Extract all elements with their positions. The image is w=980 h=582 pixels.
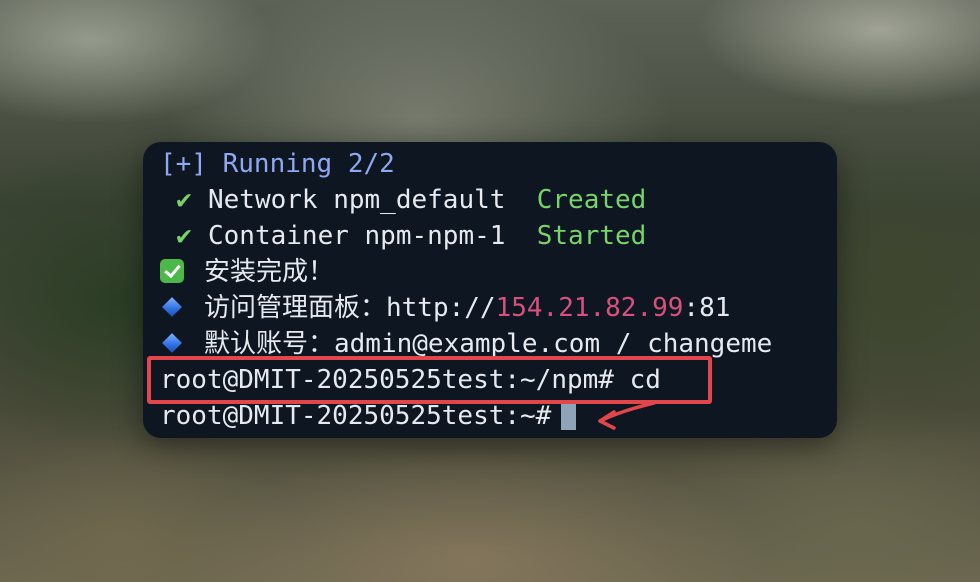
network-status: Created [536, 185, 647, 215]
container-label: Container npm-npm-1 [208, 221, 537, 251]
install-done-text: 安装完成！ [204, 257, 335, 287]
prompt-current-text: root@DMIT-20250525test:~# [160, 401, 552, 431]
white-check-mark-icon [160, 259, 184, 283]
running-text: [+] Running 2/2 [160, 149, 395, 179]
panel-url-line: 访问管理面板：http://154.21.82.99:81 [160, 290, 837, 326]
container-line: ✔ Container npm-npm-1 Started [160, 218, 837, 254]
running-line: [+] Running 2/2 [160, 146, 837, 182]
panel-label: 访问管理面板：http:// [204, 293, 496, 323]
account-text: 默认账号：admin@example.com / changeme [204, 329, 773, 359]
network-label: Network npm_default [208, 185, 537, 215]
container-status: Started [536, 221, 647, 251]
blue-diamond-icon [162, 333, 182, 353]
panel-host[interactable]: 154.21.82.99 [496, 293, 684, 323]
check-icon: ✔ [176, 185, 192, 215]
terminal-cursor [561, 400, 577, 430]
blue-diamond-icon [162, 297, 182, 317]
panel-port: :81 [683, 293, 731, 323]
install-done-line: 安装完成！ [160, 254, 837, 290]
red-arrow-icon [598, 401, 656, 430]
network-line: ✔ Network npm_default Created [160, 182, 837, 218]
check-icon: ✔ [176, 221, 192, 251]
